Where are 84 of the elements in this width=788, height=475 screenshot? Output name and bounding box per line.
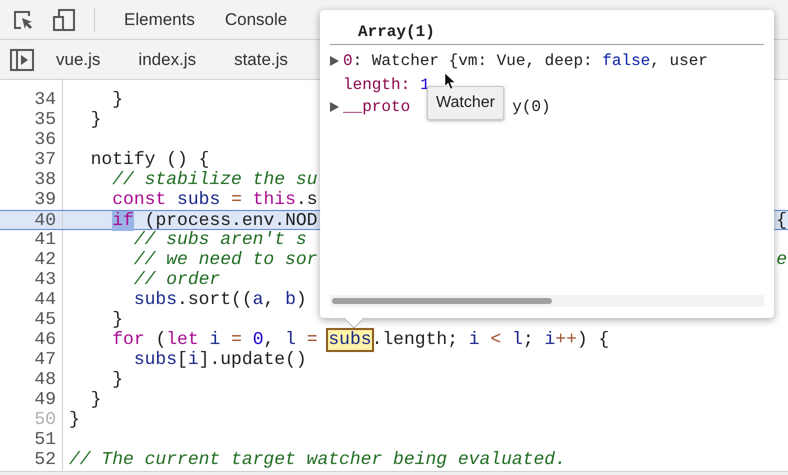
- file-tab[interactable]: index.js: [138, 46, 196, 72]
- line-number: 43: [33, 270, 56, 290]
- code-token: }: [90, 110, 102, 130]
- code-token: =: [231, 330, 242, 350]
- line-number: 50: [33, 410, 56, 430]
- code-token: subs: [328, 330, 372, 350]
- code-token: i: [544, 330, 556, 350]
- code-token: subs: [177, 190, 222, 210]
- code-token: ;: [522, 330, 535, 350]
- code-token: }: [112, 90, 124, 110]
- code-token: .sort((: [177, 290, 253, 310]
- code-token: ].update(): [198, 350, 307, 370]
- line-number: 39: [33, 190, 56, 210]
- code-token: [: [177, 350, 188, 370]
- line-number: 40: [33, 211, 56, 229]
- expand-triangle-icon[interactable]: [330, 102, 339, 112]
- file-tab[interactable]: vue.js: [56, 46, 100, 72]
- code-token: }: [112, 310, 124, 330]
- code-token: notify () {: [90, 150, 210, 170]
- code-token: e: [776, 250, 787, 270]
- code-token: ++: [555, 330, 577, 350]
- array-item[interactable]: 0: Watcher {vm: Vue, deep: false, user: [343, 49, 708, 73]
- code-token: for: [112, 330, 145, 350]
- line-number: 41: [33, 230, 56, 250]
- line-number: 45: [33, 310, 56, 330]
- line-number: 42: [33, 250, 56, 270]
- line-number: 48: [33, 370, 56, 390]
- property-name: __proto: [343, 97, 410, 118]
- code-token: <: [490, 330, 502, 350]
- code-token: a: [252, 290, 264, 310]
- code-token: // order: [134, 270, 220, 290]
- line-number: 38: [33, 170, 56, 190]
- line-number: 34: [33, 90, 56, 110]
- popover-title: Array(1): [357, 22, 436, 42]
- code-token: if: [112, 211, 134, 231]
- code-token: (process.env.NOD: [144, 211, 318, 231]
- panel-tab[interactable]: Elements: [123, 6, 196, 32]
- line-number: 49: [33, 390, 56, 410]
- code-token: 0: [252, 330, 264, 350]
- code-token: i: [468, 330, 481, 350]
- code-token: i: [188, 350, 199, 370]
- line-number: 36: [33, 130, 56, 150]
- code-token: subs: [134, 350, 178, 370]
- code-token: l: [285, 330, 297, 350]
- code-token: =: [306, 330, 318, 350]
- mouse-pointer-icon: [444, 72, 457, 90]
- line-number: 35: [33, 110, 56, 130]
- code-token: this: [252, 190, 296, 210]
- file-tab[interactable]: state.js: [234, 46, 288, 72]
- code-token: const: [112, 190, 166, 210]
- code-token: i: [209, 330, 222, 350]
- code-token: subs: [134, 290, 178, 310]
- line-number: 37: [33, 150, 56, 170]
- expand-triangle-icon[interactable]: [330, 56, 339, 66]
- line-number: 44: [33, 290, 56, 310]
- code-token: .length;: [372, 330, 459, 350]
- code-token: ): [296, 290, 307, 310]
- code-token: (: [155, 330, 166, 350]
- code-token: ) {: [576, 330, 610, 350]
- code-token: // The current target watcher being evaluated.: [69, 450, 566, 470]
- code-token: =: [231, 190, 242, 210]
- code-token: }: [69, 410, 80, 430]
- code-token: // we need to sor: [134, 250, 318, 270]
- property-value: y(0): [512, 97, 551, 118]
- code-token: let: [166, 330, 199, 350]
- line-number: 47: [33, 350, 56, 370]
- code-token: ,: [264, 330, 276, 350]
- device-icon[interactable]: [52, 8, 76, 32]
- panel-tab[interactable]: Console: [224, 6, 288, 32]
- code-token: .s: [296, 190, 318, 210]
- line-number: 51: [33, 430, 56, 450]
- tooltip: Watcher: [427, 86, 504, 120]
- sidebar-toggle-icon[interactable]: [10, 48, 34, 70]
- code-token: // subs aren't s: [134, 230, 307, 250]
- line-number: 52: [33, 450, 56, 470]
- code-token: ,: [263, 290, 276, 310]
- code-token: {: [776, 211, 787, 231]
- property-name: length:: [343, 75, 410, 95]
- code-token: b: [285, 290, 296, 310]
- code-token: }: [112, 370, 124, 390]
- code-token: // stabilize the su: [112, 170, 318, 190]
- code-token: l: [512, 330, 523, 350]
- code-token: }: [90, 390, 102, 410]
- line-number: 46: [33, 330, 56, 350]
